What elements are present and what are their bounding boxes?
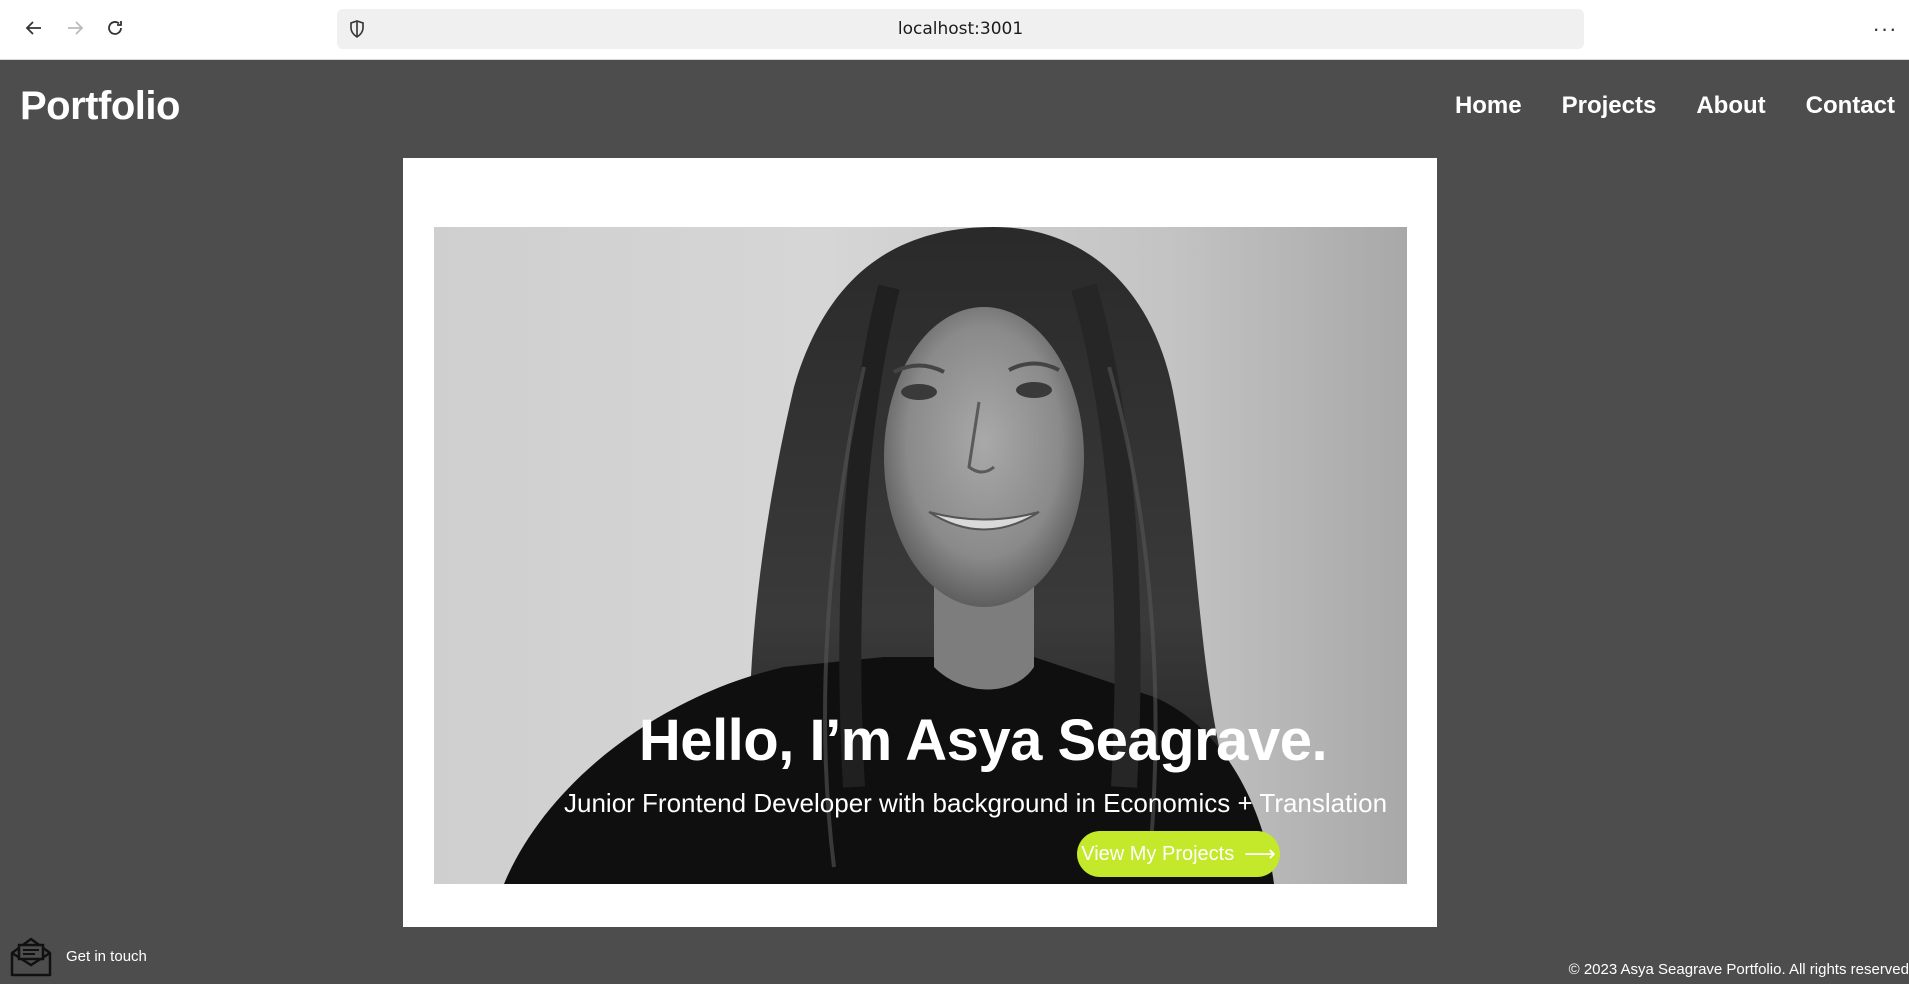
get-in-touch-label: Get in touch [66,947,147,965]
more-menu-icon[interactable]: ··· [1870,14,1900,44]
mail-icon [10,937,52,977]
reload-button[interactable] [99,12,131,44]
arrow-right-icon: ⟶ [1244,841,1276,866]
copyright-text: © 2023 Asya Seagrave Portfolio. All righ… [1568,961,1909,978]
nav-about[interactable]: About [1696,92,1765,120]
hero-subtitle: Junior Frontend Developer with backgroun… [564,788,1388,818]
nav-projects[interactable]: Projects [1562,92,1657,120]
address-bar[interactable]: localhost:3001 [337,9,1584,49]
browser-toolbar: localhost:3001 ··· [0,0,1909,60]
nav-contact[interactable]: Contact [1806,92,1895,120]
get-in-touch-button[interactable]: Get in touch [8,933,147,979]
portrait-photo [504,227,1274,884]
back-arrow-icon [25,21,41,35]
hero-card: Hello, I’m Asya Seagrave. Junior Fronten… [403,158,1437,927]
hero-section: Hello, I’m Asya Seagrave. Junior Fronten… [434,227,1407,884]
reload-icon [108,21,122,35]
forward-arrow-icon [68,21,84,35]
main-nav: Home Projects About Contact [1455,92,1895,120]
nav-home[interactable]: Home [1455,92,1522,120]
forward-button[interactable] [59,12,91,44]
back-button[interactable] [18,12,50,44]
view-projects-label: View My Projects [1081,842,1235,865]
hero-title: Hello, I’m Asya Seagrave. [638,708,1328,773]
view-projects-button[interactable]: View My Projects ⟶ [1077,831,1280,877]
url-text: localhost:3001 [897,19,1024,39]
site-brand[interactable]: Portfolio [20,84,180,129]
